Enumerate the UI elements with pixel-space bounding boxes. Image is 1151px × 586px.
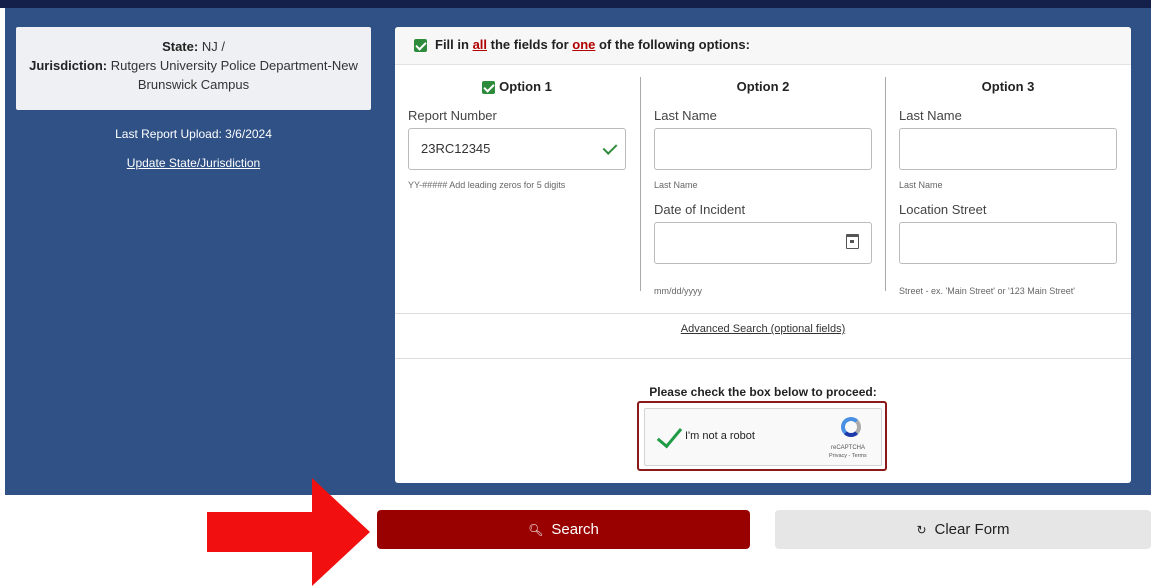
search-button-label: Search	[551, 521, 599, 538]
recaptcha-links[interactable]: Privacy - Terms	[829, 453, 867, 459]
location-street-label: Location Street	[899, 202, 987, 217]
recaptcha-brand: reCAPTCHA	[831, 445, 866, 451]
top-bar	[0, 0, 1151, 8]
annotation-arrow-shaft	[207, 512, 315, 552]
jurisdiction-card: State: NJ / Jurisdiction: Rutgers Univer…	[16, 27, 371, 110]
option-2-title: Option 2	[736, 79, 790, 94]
recaptcha-logo-icon	[841, 417, 861, 437]
option-2-lastname-input[interactable]	[654, 128, 872, 170]
option-3-title: Option 3	[981, 79, 1035, 94]
report-number-input[interactable]: 23RC12345	[408, 128, 626, 170]
captcha-instructions: Please check the box below to proceed:	[649, 385, 877, 399]
date-of-incident-help: mm/dd/yyyy	[654, 286, 703, 296]
document-search-icon: 🔍︎	[528, 523, 544, 537]
clear-form-label: Clear Form	[934, 521, 1010, 538]
clear-form-button[interactable]: ↻ Clear Form	[775, 510, 1151, 549]
state-label: State:	[162, 39, 199, 54]
search-button[interactable]: 🔍︎ Search	[377, 510, 750, 549]
annotation-arrow-head	[312, 478, 370, 586]
last-report-upload: Last Report Upload: 3/6/2024	[115, 127, 272, 141]
option-1-title: Option 1	[408, 79, 626, 95]
option-1-check-icon	[482, 81, 496, 95]
advanced-search-link[interactable]: Advanced Search (optional fields)	[395, 323, 1131, 335]
date-of-incident-label: Date of Incident	[654, 202, 746, 217]
search-form-card: Fill in all the fields for one of the fo…	[395, 27, 1131, 483]
jurisdiction-label: Jurisdiction:	[29, 58, 108, 73]
section-divider-1	[395, 313, 1131, 314]
option-3-lastname-label: Last Name	[899, 108, 962, 123]
report-number-help: YY-##### Add leading zeros for 5 digits	[408, 180, 566, 190]
form-instructions: Fill in all the fields for one of the fo…	[435, 37, 750, 52]
header-check-icon	[414, 39, 427, 52]
option-divider-1	[640, 77, 641, 291]
captcha-checkmark-icon[interactable]	[656, 421, 683, 449]
refresh-icon: ↻	[916, 523, 927, 537]
recaptcha-widget: I'm not a robot reCAPTCHA Privacy - Term…	[644, 408, 882, 466]
location-street-input[interactable]	[899, 222, 1117, 264]
location-street-help: Street - ex. 'Main Street' or '123 Main …	[899, 286, 1075, 296]
option-divider-2	[885, 77, 886, 291]
form-header: Fill in all the fields for one of the fo…	[395, 27, 1131, 65]
jurisdiction-value: Rutgers University Police Department-New…	[110, 58, 358, 92]
report-number-value: 23RC12345	[421, 141, 491, 156]
option-3-lastname-input[interactable]	[899, 128, 1117, 170]
report-number-label: Report Number	[408, 108, 497, 123]
option-3-lastname-help: Last Name	[899, 180, 943, 190]
section-divider-2	[395, 358, 1131, 359]
date-of-incident-input[interactable]	[654, 222, 872, 264]
calendar-icon[interactable]	[846, 234, 859, 249]
option-2-lastname-label: Last Name	[654, 108, 717, 123]
captcha-frame: I'm not a robot reCAPTCHA Privacy - Term…	[637, 401, 887, 471]
option-2-lastname-help: Last Name	[654, 180, 698, 190]
captcha-label: I'm not a robot	[685, 430, 755, 442]
update-jurisdiction-link[interactable]: Update State/Jurisdiction	[16, 156, 371, 170]
state-value: NJ /	[201, 39, 225, 54]
